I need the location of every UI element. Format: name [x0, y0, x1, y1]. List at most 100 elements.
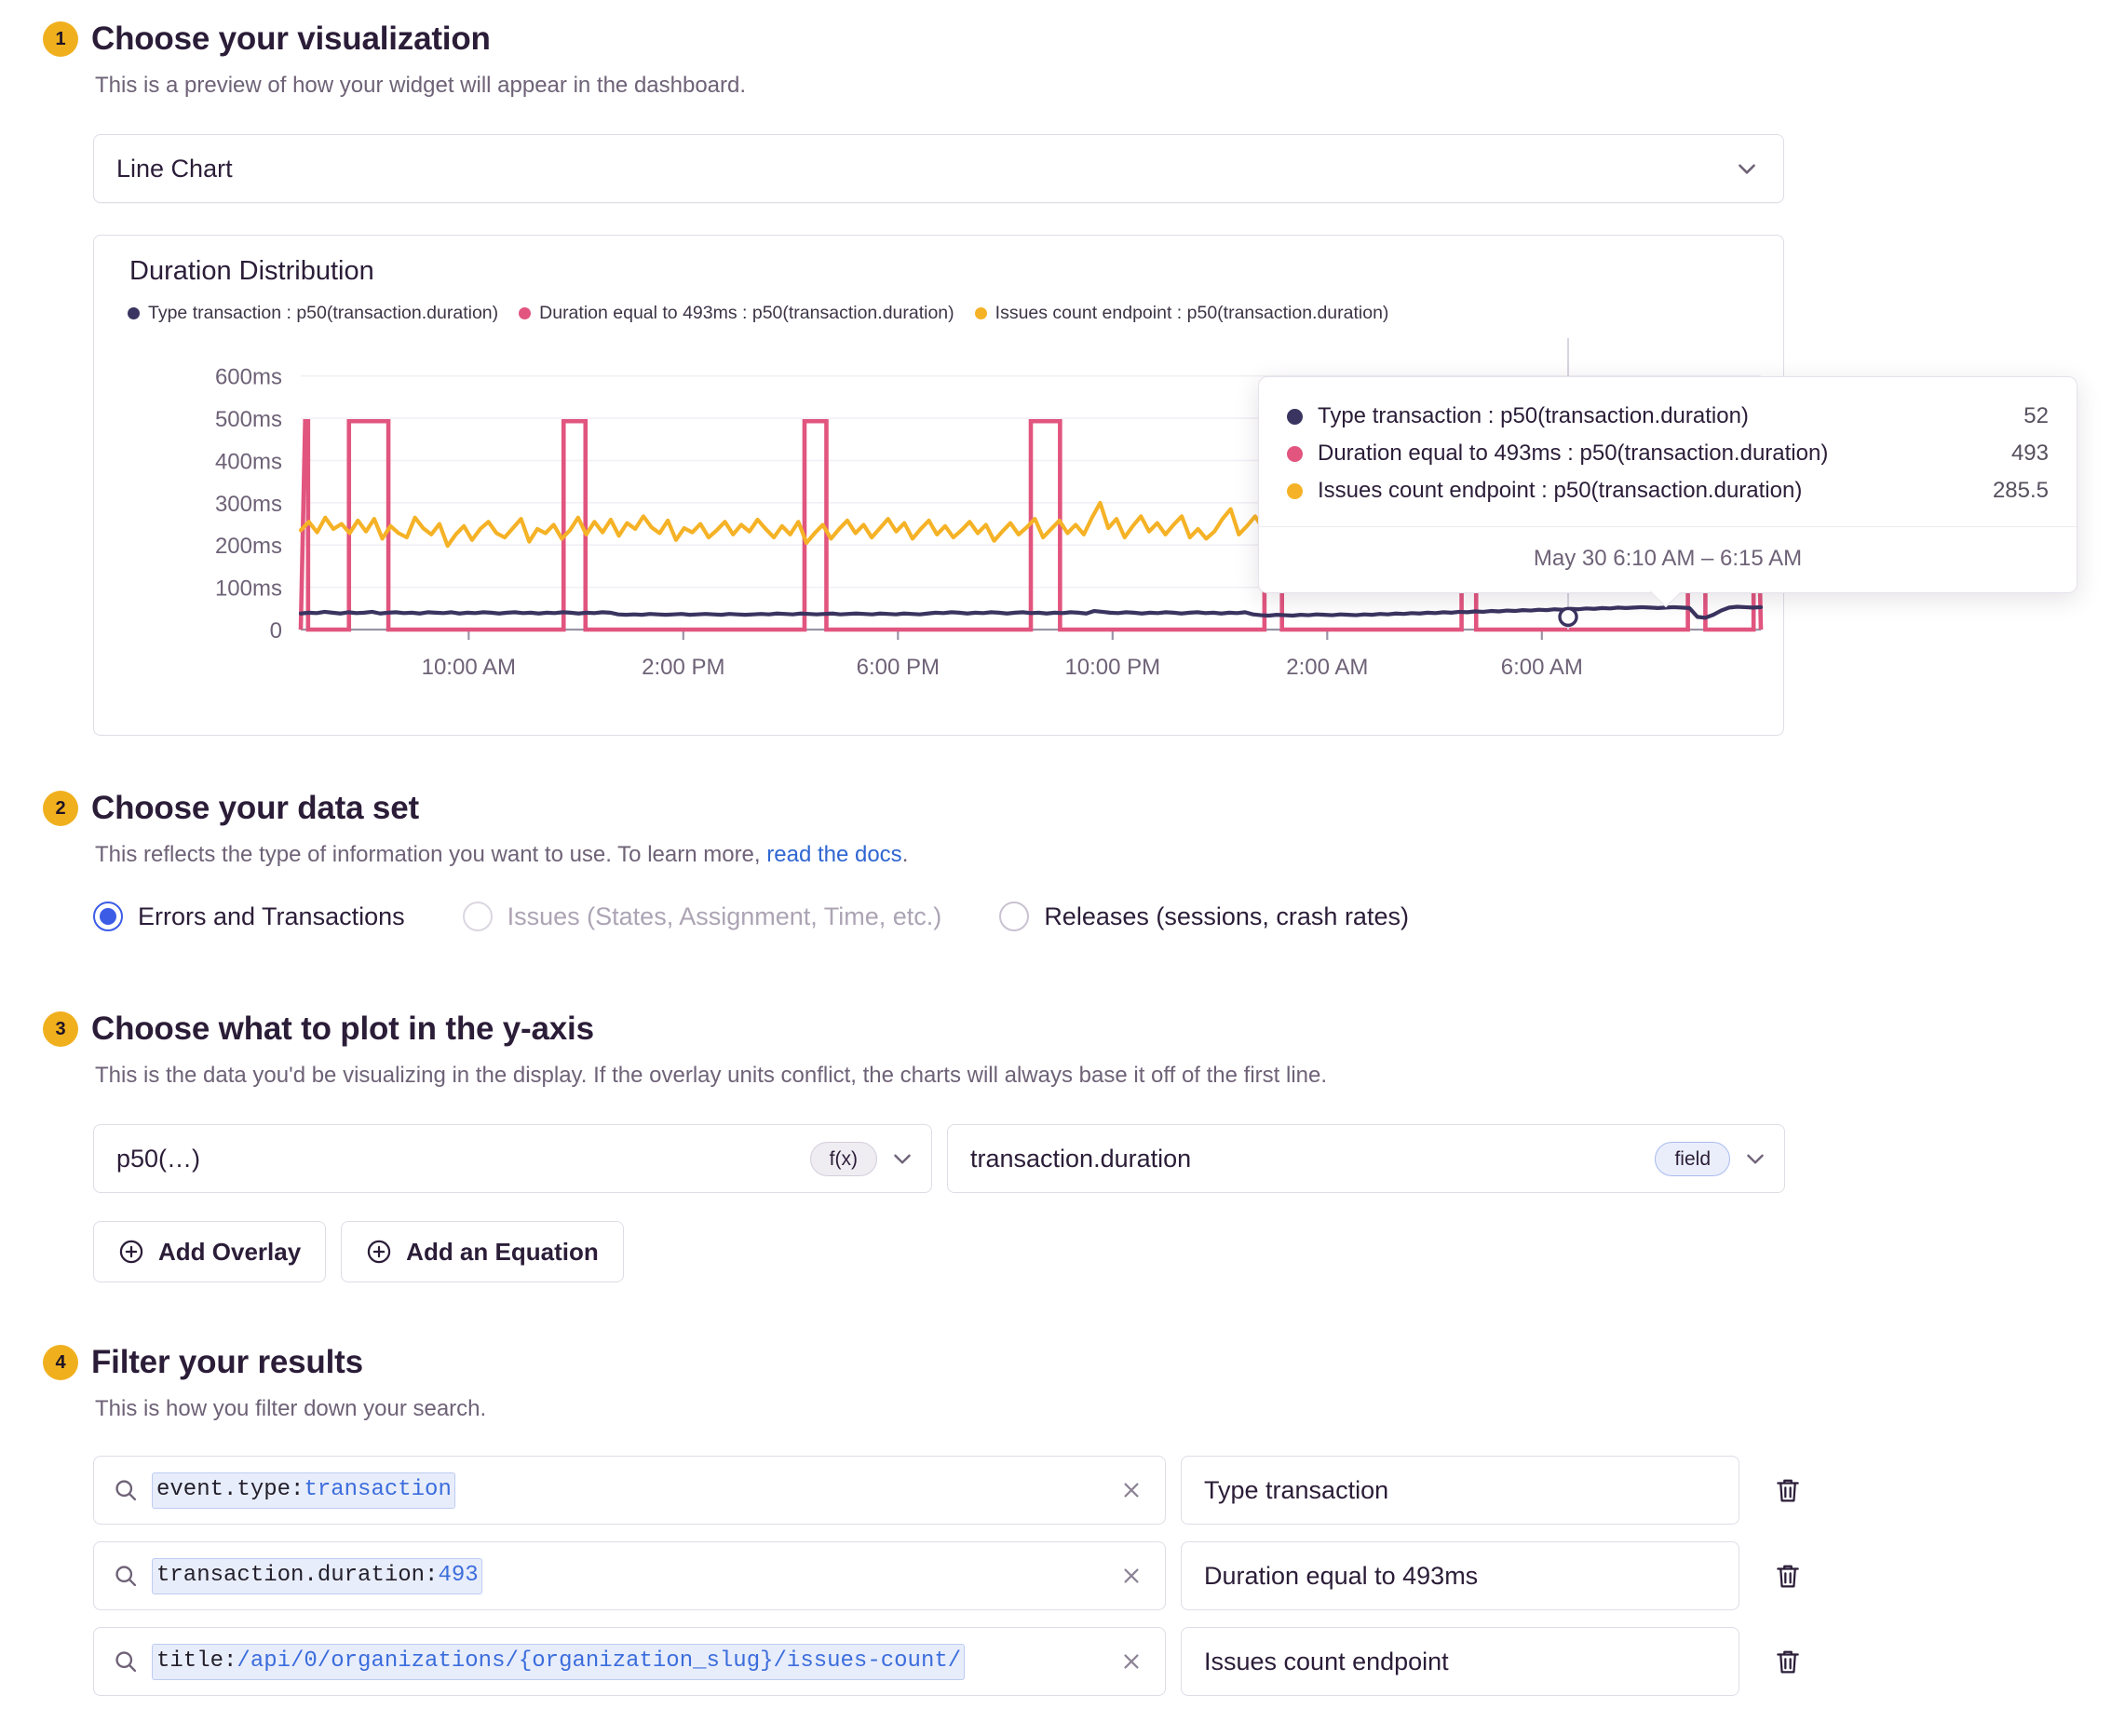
- chevron-down-icon[interactable]: [1743, 1146, 1767, 1171]
- y-axis-actions: Add Overlay Add an Equation: [93, 1221, 1812, 1283]
- filter-label-input[interactable]: Duration equal to 493ms: [1181, 1541, 1739, 1611]
- radio-option-releases[interactable]: Releases (sessions, crash rates): [999, 902, 1409, 932]
- section-description: This reflects the type of information yo…: [95, 840, 1812, 870]
- tooltip-arrow: [1650, 591, 1680, 607]
- token-key: title:: [156, 1648, 237, 1675]
- x-axis-tick-label: 2:00 AM: [1286, 655, 1368, 680]
- section-choose-visualization: 1 Choose your visualization This is a pr…: [43, 20, 2077, 737]
- legend-item[interactable]: Duration equal to 493ms : p50(transactio…: [519, 303, 954, 324]
- description-text-end: .: [901, 842, 909, 867]
- radio-label: Issues (States, Assignment, Time, etc.): [507, 902, 942, 930]
- chart-tooltip: Type transaction : p50(transaction.durat…: [1258, 376, 2077, 593]
- aggregate-select-tail: f(x): [809, 1141, 914, 1176]
- section-choose-data-set: 2 Choose your data set This reflects the…: [43, 790, 1812, 932]
- x-axis-tick-label: 6:00 PM: [857, 655, 940, 680]
- y-axis-tick-label: 600ms: [215, 365, 282, 390]
- section-description: This is how you filter down your search.: [95, 1396, 487, 1421]
- add-overlay-label: Add Overlay: [158, 1237, 302, 1266]
- visualization-select-value: Line Chart: [116, 154, 233, 183]
- delete-filter-button[interactable]: [1767, 1470, 1808, 1511]
- visualization-select[interactable]: Line Chart: [93, 134, 1784, 204]
- tooltip-series-label: Duration equal to 493ms : p50(transactio…: [1318, 441, 1829, 466]
- y-axis-field-row: p50(…) f(x) transaction.duration field: [93, 1124, 1812, 1194]
- tooltip-series-dot: [1287, 445, 1303, 462]
- add-overlay-button[interactable]: Add Overlay: [93, 1221, 327, 1283]
- step-number-badge: 2: [43, 791, 78, 826]
- legend-item[interactable]: Issues count endpoint : p50(transaction.…: [974, 303, 1389, 324]
- search-icon: [113, 1563, 139, 1589]
- token-key: transaction.duration:: [156, 1563, 439, 1589]
- filter-query-wrapper: event.type:transaction: [152, 1472, 1105, 1509]
- token-value: transaction: [304, 1477, 452, 1503]
- filter-search-input[interactable]: event.type:transaction: [93, 1456, 1166, 1526]
- chevron-down-icon[interactable]: [890, 1146, 914, 1171]
- filter-row: event.type:transaction Type transaction: [93, 1456, 1961, 1526]
- close-icon[interactable]: [1118, 1648, 1144, 1675]
- legend-label: Duration equal to 493ms : p50(transactio…: [539, 303, 954, 324]
- y-axis-tick-label: 500ms: [215, 407, 282, 432]
- filter-search-input[interactable]: transaction.duration:493: [93, 1541, 1166, 1611]
- section-3-header: 3 Choose what to plot in the y-axis: [43, 1010, 1812, 1048]
- legend-item[interactable]: Type transaction : p50(transaction.durat…: [128, 303, 498, 324]
- tooltip-row: Type transaction : p50(transaction.durat…: [1287, 398, 2049, 435]
- filter-query-wrapper: transaction.duration:493: [152, 1558, 1105, 1594]
- section-4-header: 4 Filter your results: [43, 1344, 1961, 1381]
- trash-icon: [1773, 1646, 1803, 1677]
- tooltip-series-label: Type transaction : p50(transaction.durat…: [1318, 403, 1749, 428]
- close-icon[interactable]: [1118, 1477, 1144, 1503]
- add-equation-label: Add an Equation: [406, 1237, 599, 1266]
- plus-circle-icon: [118, 1239, 144, 1265]
- tooltip-timerange: May 30 6:10 AM – 6:15 AM: [1259, 526, 2077, 592]
- legend-label: Issues count endpoint : p50(transaction.…: [995, 303, 1389, 324]
- search-icon: [113, 1648, 139, 1675]
- chevron-down-icon: [1735, 156, 1759, 181]
- trash-icon: [1773, 1474, 1803, 1506]
- filter-rows: event.type:transaction Type transaction: [93, 1456, 1961, 1697]
- section-choose-y-axis: 3 Choose what to plot in the y-axis This…: [43, 1010, 1812, 1283]
- section-1-header: 1 Choose your visualization: [43, 20, 1784, 58]
- step-number-badge: 3: [43, 1011, 78, 1047]
- delete-filter-button[interactable]: [1767, 1641, 1808, 1682]
- legend-dot: [128, 307, 140, 320]
- token-value: /api/0/organizations/{organization_slug}…: [237, 1648, 962, 1675]
- aggregate-select[interactable]: p50(…) f(x): [93, 1124, 932, 1194]
- tooltip-row: Duration equal to 493ms : p50(transactio…: [1287, 435, 2049, 472]
- step-number-badge: 4: [43, 1345, 78, 1380]
- tooltip-series-dot: [1287, 482, 1303, 499]
- radio-button[interactable]: [462, 902, 493, 932]
- field-select-tail: field: [1655, 1141, 1767, 1176]
- filter-query-wrapper: title:/api/0/organizations/{organization…: [152, 1644, 1105, 1680]
- legend-dot: [519, 307, 532, 320]
- add-equation-button[interactable]: Add an Equation: [341, 1221, 624, 1283]
- token-key: event.type:: [156, 1477, 304, 1503]
- field-select[interactable]: transaction.duration field: [947, 1124, 1785, 1194]
- filter-label-input[interactable]: Issues count endpoint: [1181, 1627, 1739, 1697]
- filter-search-input[interactable]: title:/api/0/organizations/{organization…: [93, 1627, 1166, 1697]
- section-filter-results: 4 Filter your results This is how you fi…: [43, 1344, 1961, 1697]
- search-token[interactable]: event.type:transaction: [152, 1472, 455, 1509]
- radio-option-issues[interactable]: Issues (States, Assignment, Time, etc.): [462, 902, 942, 932]
- field-badge: field: [1655, 1141, 1730, 1176]
- tooltip-rows: Type transaction : p50(transaction.durat…: [1259, 377, 2077, 526]
- search-token[interactable]: transaction.duration:493: [152, 1558, 482, 1594]
- delete-filter-button[interactable]: [1767, 1555, 1808, 1596]
- plus-circle-icon: [366, 1239, 392, 1265]
- radio-button[interactable]: [93, 902, 123, 932]
- filter-label-input[interactable]: Type transaction: [1181, 1456, 1739, 1526]
- chart-title: Duration Distribution: [129, 256, 374, 287]
- tooltip-series-label: Issues count endpoint : p50(transaction.…: [1318, 478, 1803, 503]
- filter-label-value: Issues count endpoint: [1204, 1647, 1449, 1675]
- y-axis-tick-label: 100ms: [215, 576, 282, 602]
- close-icon[interactable]: [1118, 1563, 1144, 1589]
- radio-button[interactable]: [999, 902, 1030, 932]
- radio-option-errors-and-transactions[interactable]: Errors and Transactions: [93, 902, 405, 932]
- radio-label: Releases (sessions, crash rates): [1044, 902, 1409, 930]
- read-the-docs-link[interactable]: read the docs: [766, 842, 901, 867]
- x-axis-tick-label: 6:00 AM: [1501, 655, 1583, 680]
- search-icon: [113, 1477, 139, 1503]
- chart-legend: Type transaction : p50(transaction.durat…: [128, 303, 1388, 324]
- search-token[interactable]: title:/api/0/organizations/{organization…: [152, 1644, 966, 1680]
- x-axis-tick-label: 10:00 PM: [1064, 655, 1160, 680]
- y-axis-tick-label: 300ms: [215, 492, 282, 517]
- y-axis-tick-label: 400ms: [215, 450, 282, 475]
